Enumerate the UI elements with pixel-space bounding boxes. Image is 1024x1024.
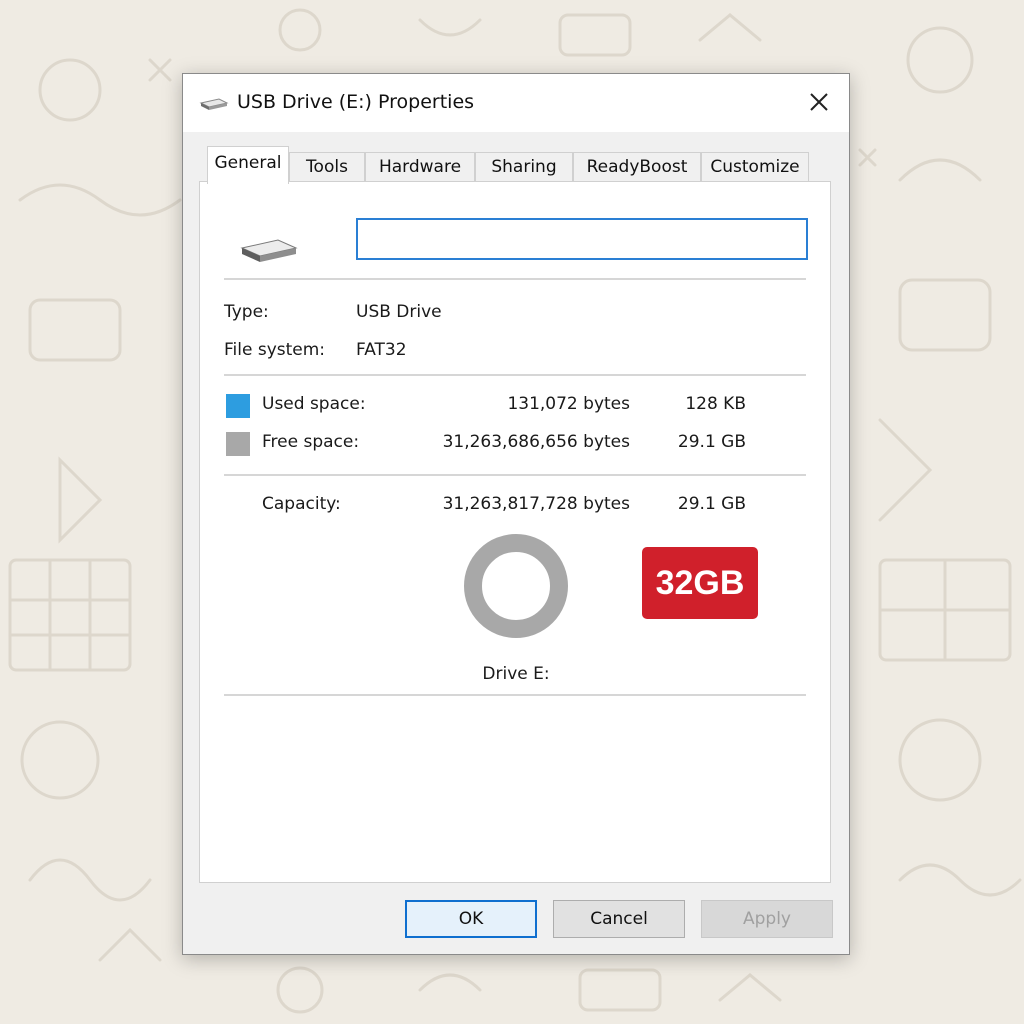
tab-strip: General Tools Hardware Sharing ReadyBoos…: [199, 146, 839, 184]
type-value: USB Drive: [356, 302, 442, 322]
apply-button[interactable]: Apply: [701, 900, 833, 938]
used-space-swatch: [226, 394, 250, 418]
window-title: USB Drive (E:) Properties: [237, 91, 475, 113]
used-space-label: Used space:: [262, 394, 366, 414]
separator: [224, 474, 806, 476]
cancel-button[interactable]: Cancel: [553, 900, 685, 938]
usb-drive-icon: [199, 98, 229, 110]
ok-button[interactable]: OK: [405, 900, 537, 938]
tab-customize[interactable]: Customize: [701, 152, 809, 182]
separator: [224, 374, 806, 376]
volume-label-input[interactable]: [356, 218, 808, 260]
used-space-size: 128 KB: [685, 394, 746, 414]
disk-usage-donut: [464, 534, 568, 638]
separator: [224, 694, 806, 696]
tab-sharing[interactable]: Sharing: [475, 152, 573, 182]
properties-dialog: USB Drive (E:) Properties General Tools …: [182, 73, 850, 955]
capacity-size: 29.1 GB: [677, 494, 746, 514]
free-space-bytes: 31,263,686,656 bytes: [442, 432, 630, 452]
tab-general[interactable]: General: [207, 146, 289, 184]
capacity-label: Capacity:: [262, 494, 341, 514]
tab-hardware[interactable]: Hardware: [365, 152, 475, 182]
separator: [224, 278, 806, 280]
drive-icon: [240, 239, 298, 262]
free-space-swatch: [226, 432, 250, 456]
type-label: Type:: [224, 302, 269, 322]
general-tab-panel: Type: USB Drive File system: FAT32 Used …: [199, 181, 831, 883]
capacity-badge: 32GB: [642, 547, 758, 619]
free-space-ring: [464, 534, 568, 638]
free-space-size: 29.1 GB: [677, 432, 746, 452]
title-bar: USB Drive (E:) Properties: [183, 74, 849, 132]
filesystem-label: File system:: [224, 340, 326, 360]
close-button[interactable]: [799, 84, 839, 120]
capacity-bytes: 31,263,817,728 bytes: [442, 494, 630, 514]
tab-readyboost[interactable]: ReadyBoost: [573, 152, 701, 182]
tab-tools[interactable]: Tools: [289, 152, 365, 182]
drive-caption: Drive E:: [482, 664, 550, 684]
close-icon: [810, 93, 828, 111]
free-space-label: Free space:: [262, 432, 360, 452]
used-space-bytes: 131,072 bytes: [507, 394, 630, 414]
filesystem-value: FAT32: [356, 340, 407, 360]
